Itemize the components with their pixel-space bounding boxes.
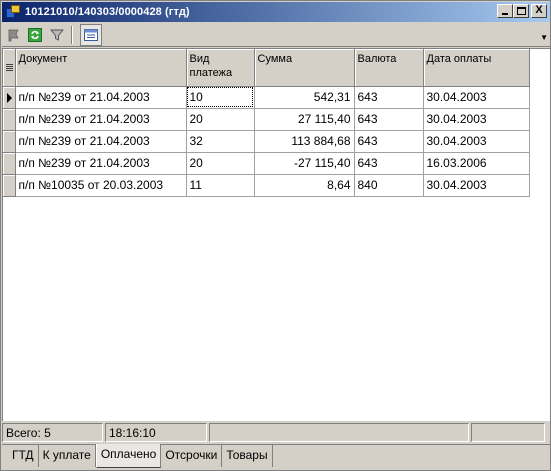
cell-currency[interactable]: 643 — [354, 130, 424, 153]
cell-pay-date[interactable]: 30.04.2003 — [423, 130, 530, 153]
row-indicator[interactable] — [3, 86, 16, 109]
filter-button[interactable] — [46, 24, 68, 46]
cell-payment-type[interactable]: 11 — [186, 174, 255, 197]
flag-button[interactable] — [2, 24, 24, 46]
table-row[interactable]: п/п №239 от 21.04.2003 20 -27 115,40 643… — [3, 152, 530, 175]
flag-icon — [8, 29, 19, 41]
row-indicator[interactable] — [3, 130, 16, 153]
cell-pay-date[interactable]: 16.03.2006 — [423, 152, 530, 175]
cell-pay-date[interactable]: 30.04.2003 — [423, 108, 530, 131]
application-window: 10121010/140303/0000428 (гтд) X ▼ Докуме… — [0, 0, 551, 471]
payments-table: Документ Вид платежа Сумма Валюта Дата о… — [3, 49, 530, 197]
tab-deferrals[interactable]: Отсрочки — [161, 445, 223, 467]
cell-amount[interactable]: -27 115,40 — [254, 152, 355, 175]
tab-goods[interactable]: Товары — [222, 445, 273, 467]
app-icon[interactable] — [5, 4, 21, 20]
status-time: 18:16:10 — [105, 423, 207, 442]
tab-gtd[interactable]: ГТД — [2, 445, 39, 467]
maximize-button[interactable] — [513, 4, 529, 18]
refresh-icon — [28, 27, 42, 42]
column-header-payment-type[interactable]: Вид платежа — [186, 49, 255, 87]
cell-payment-type[interactable]: 10 — [186, 86, 255, 109]
grid-settings-button[interactable] — [80, 23, 102, 46]
cell-currency[interactable]: 840 — [354, 174, 424, 197]
column-header-document[interactable]: Документ — [15, 49, 187, 87]
cell-document[interactable]: п/п №10035 от 20.03.2003 — [15, 174, 187, 197]
cell-document[interactable]: п/п №239 от 21.04.2003 — [15, 130, 187, 153]
window-controls: X — [497, 4, 547, 18]
tab-paid[interactable]: Оплачено — [95, 444, 162, 468]
tab-to-pay[interactable]: К уплате — [39, 445, 96, 467]
minimize-button[interactable] — [497, 4, 513, 18]
column-header-amount[interactable]: Сумма — [254, 49, 355, 87]
toolbar-separator — [71, 25, 73, 44]
row-indicator[interactable] — [3, 152, 16, 175]
status-total: Всего: 5 — [2, 423, 103, 442]
status-panel-empty — [209, 423, 469, 442]
minimize-icon — [502, 13, 508, 15]
cell-payment-type[interactable]: 32 — [186, 130, 255, 153]
table-row[interactable]: п/п №10035 от 20.03.2003 11 8,64 840 30.… — [3, 174, 530, 197]
toolbar-dropdown-icon[interactable]: ▼ — [540, 33, 548, 42]
payments-grid[interactable]: Документ Вид платежа Сумма Валюта Дата о… — [2, 48, 550, 421]
table-row[interactable]: п/п №239 от 21.04.2003 10 542,31 643 30.… — [3, 86, 530, 109]
cell-pay-date[interactable]: 30.04.2003 — [423, 174, 530, 197]
cell-amount[interactable]: 113 884,68 — [254, 130, 355, 153]
status-panel-empty — [471, 423, 545, 442]
cell-currency[interactable]: 643 — [354, 108, 424, 131]
table-row[interactable]: п/п №239 от 21.04.2003 32 113 884,68 643… — [3, 130, 530, 153]
window-title: 10121010/140303/0000428 (гтд) — [25, 6, 190, 18]
column-chooser-icon — [6, 64, 13, 72]
status-bar: Всего: 5 18:16:10 — [2, 422, 550, 443]
table-row[interactable]: п/п №239 от 21.04.2003 20 27 115,40 643 … — [3, 108, 530, 131]
row-indicator[interactable] — [3, 174, 16, 197]
tab-bar: ГТД К уплате Оплачено Отсрочки Товары — [2, 444, 550, 470]
current-row-arrow-icon — [7, 92, 12, 103]
column-header-currency[interactable]: Валюта — [354, 49, 424, 87]
title-bar[interactable]: 10121010/140303/0000428 (гтд) X — [2, 2, 550, 22]
maximize-icon — [517, 7, 526, 15]
row-indicator[interactable] — [3, 108, 16, 131]
cell-document[interactable]: п/п №239 от 21.04.2003 — [15, 152, 187, 175]
header-indicator[interactable] — [3, 49, 16, 87]
filter-icon — [50, 29, 64, 41]
cell-document[interactable]: п/п №239 от 21.04.2003 — [15, 108, 187, 131]
close-button[interactable]: X — [531, 4, 547, 18]
cell-document[interactable]: п/п №239 от 21.04.2003 — [15, 86, 187, 109]
cell-amount[interactable]: 542,31 — [254, 86, 355, 109]
column-header-pay-date[interactable]: Дата оплаты — [423, 49, 530, 87]
cell-pay-date[interactable]: 30.04.2003 — [423, 86, 530, 109]
cell-currency[interactable]: 643 — [354, 152, 424, 175]
grid-settings-icon — [84, 28, 98, 41]
toolbar: ▼ — [2, 23, 550, 47]
cell-payment-type[interactable]: 20 — [186, 108, 255, 131]
header-row: Документ Вид платежа Сумма Валюта Дата о… — [3, 49, 530, 87]
refresh-button[interactable] — [24, 24, 46, 46]
cell-currency[interactable]: 643 — [354, 86, 424, 109]
cell-amount[interactable]: 27 115,40 — [254, 108, 355, 131]
cell-payment-type[interactable]: 20 — [186, 152, 255, 175]
close-icon: X — [535, 4, 543, 16]
cell-amount[interactable]: 8,64 — [254, 174, 355, 197]
